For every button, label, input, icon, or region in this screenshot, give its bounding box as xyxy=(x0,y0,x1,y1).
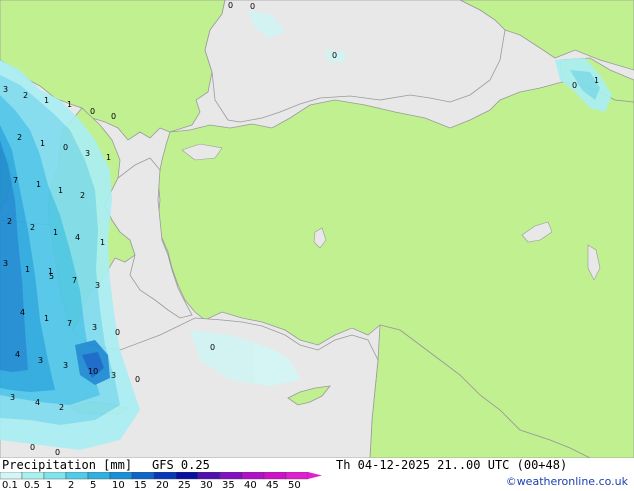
scale-label: 50 xyxy=(288,480,301,491)
scale-swatch xyxy=(21,472,45,480)
scale-swatch xyxy=(197,472,221,480)
scale-swatch xyxy=(153,472,177,480)
precip-value-label: 4 xyxy=(20,308,25,317)
precip-value-label: 3 xyxy=(95,281,100,290)
precip-value-label: 3 xyxy=(92,323,97,332)
precip-value-label: 1 xyxy=(25,265,30,274)
scale-arrow xyxy=(308,472,322,479)
precipitation-map: 0000132110021031711222114131573417304331… xyxy=(0,0,634,459)
precip-value-label: 0 xyxy=(250,2,255,11)
precip-value-label: 1 xyxy=(44,314,49,323)
scale-label: 30 xyxy=(200,480,213,491)
precip-value-label: 0 xyxy=(135,375,140,384)
scale-swatch xyxy=(131,472,155,480)
precip-value-label: 1 xyxy=(40,139,45,148)
scale-swatch xyxy=(285,472,309,480)
precip-value-label: 2 xyxy=(30,223,35,232)
precip-value-label: 0 xyxy=(228,1,233,10)
precip-value-label: 3 xyxy=(38,356,43,365)
scale-swatch xyxy=(65,472,89,480)
precip-value-label: 1 xyxy=(58,186,63,195)
precip-value-label: 2 xyxy=(17,133,22,142)
scale-label: 1 xyxy=(46,480,53,491)
scale-label: 15 xyxy=(134,480,147,491)
scale-swatch xyxy=(43,472,67,480)
precip-value-label: 1 xyxy=(67,100,72,109)
scale-label: 35 xyxy=(222,480,235,491)
map-footer: Precipitation [mm] GFS 0.25 Th 04-12-202… xyxy=(0,458,634,491)
precip-value-label: 2 xyxy=(80,191,85,200)
precip-value-label: 4 xyxy=(35,398,40,407)
precip-value-label: 0 xyxy=(63,143,68,152)
scale-label: 2 xyxy=(68,480,75,491)
precip-value-label: 4 xyxy=(75,233,80,242)
scale-swatch xyxy=(241,472,265,480)
precip-value-label: 0 xyxy=(90,107,95,116)
precip-value-label: 1 xyxy=(594,76,599,85)
map-title: Precipitation [mm] xyxy=(2,458,133,472)
precip-value-label: 0 xyxy=(30,443,35,452)
precip-value-label: 3 xyxy=(85,149,90,158)
precip-value-label: 1 xyxy=(100,238,105,247)
scale-label: 20 xyxy=(156,480,169,491)
scale-swatch xyxy=(175,472,199,480)
precip-value-label: 7 xyxy=(67,319,72,328)
scale-label: 0.1 xyxy=(2,480,18,491)
precip-value-label: 1 xyxy=(53,228,58,237)
precip-value-label: 0 xyxy=(332,51,337,60)
scale-swatch xyxy=(263,472,287,480)
precip-value-label: 3 xyxy=(111,371,116,380)
valid-datetime: Th 04-12-2025 21..00 UTC (00+48) xyxy=(336,458,568,472)
precip-value-label: 3 xyxy=(10,393,15,402)
scale-label: 25 xyxy=(178,480,191,491)
precip-value-label: 0 xyxy=(55,448,60,457)
scale-label: 0.5 xyxy=(24,480,40,491)
precip-value-label: 7 xyxy=(13,176,18,185)
precip-value-label: 10 xyxy=(88,367,98,376)
precip-value-label: 3 xyxy=(63,361,68,370)
model-name: GFS 0.25 xyxy=(152,458,210,472)
precip-value-label: 0 xyxy=(115,328,120,337)
precip-value-label: 0 xyxy=(210,343,215,352)
precip-value-label: 0 xyxy=(572,81,577,90)
credit-link[interactable]: ©weatheronline.co.uk xyxy=(506,475,628,488)
scale-label: 5 xyxy=(90,480,97,491)
precip-value-label: 1 xyxy=(36,180,41,189)
precip-value-label: 3 xyxy=(3,259,8,268)
scale-label: 45 xyxy=(266,480,279,491)
precip-value-label: 7 xyxy=(72,276,77,285)
scale-swatch xyxy=(109,472,133,480)
precip-value-label: 2 xyxy=(23,91,28,100)
precip-value-label: 3 xyxy=(3,85,8,94)
precip-value-label: 2 xyxy=(59,403,64,412)
scale-label: 10 xyxy=(112,480,125,491)
precip-value-label: 4 xyxy=(15,350,20,359)
precip-value-label: 5 xyxy=(49,272,54,281)
scale-swatch xyxy=(219,472,243,480)
precip-value-label: 1 xyxy=(106,153,111,162)
precip-value-label: 2 xyxy=(7,217,12,226)
scale-swatch xyxy=(0,472,23,480)
precip-value-label: 0 xyxy=(111,112,116,121)
precip-value-label: 1 xyxy=(44,96,49,105)
scale-label: 40 xyxy=(244,480,257,491)
scale-swatch xyxy=(87,472,111,480)
